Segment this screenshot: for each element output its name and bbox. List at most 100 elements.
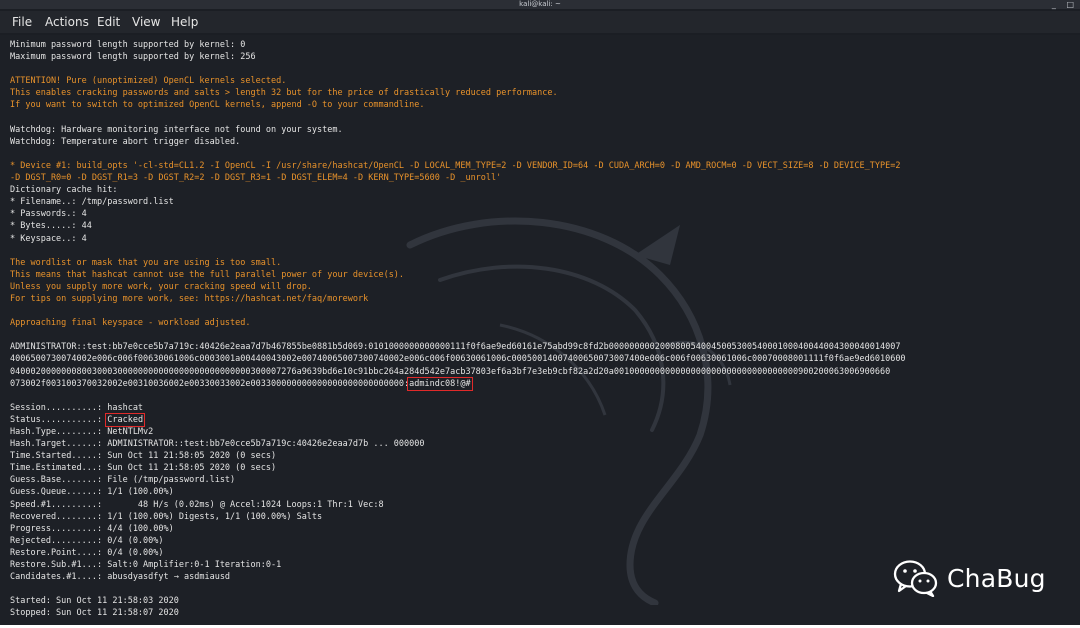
terminal-line: Minimum password length supported by ker… [10,39,906,51]
title-bar: kali@kali: ~ _ □ [0,0,1080,9]
terminal-text-segment: This enables cracking passwords and salt… [10,88,558,99]
terminal-text-segment: The wordlist or mask that you are using … [10,257,282,268]
terminal-text-segment: Restore.Sub.#1...: Salt:0 Amplifier:0-1 … [10,560,282,571]
terminal-line: ATTENTION! Pure (unoptimized) OpenCL ker… [10,75,906,87]
terminal-line: Dictionary cache hit: [10,184,906,196]
terminal-text-segment: Progress.........: 4/4 (100.00%) [10,523,174,534]
terminal-line: * Keyspace..: 4 [10,233,906,245]
menu-edit[interactable]: Edit [97,15,120,30]
terminal-line: Progress.........: 4/4 (100.00%) [10,523,906,535]
terminal-line: Restore.Point....: 0/4 (0.00%) [10,547,906,559]
terminal-line: Speed.#1.........: 48 H/s (0.02ms) @ Acc… [10,499,906,511]
terminal-text-segment: Speed.#1.........: 48 H/s (0.02ms) @ Acc… [10,499,384,510]
terminal-text-segment: Hash.Type........: NetNTLMv2 [10,427,154,437]
terminal-line: Hash.Target......: ADMINISTRATOR::test:b… [10,438,906,450]
terminal-window: kali@kali: ~ _ □ File Actions Edit View … [0,0,1080,628]
terminal-line: For tips on supplying more work, see: ht… [10,293,906,305]
terminal-line: * Device #1: build_opts '-cl-std=CL1.2 -… [10,160,906,172]
terminal-line: Maximum password length supported by ker… [10,51,906,63]
terminal-line: ADMINISTRATOR::test:bb7e0cce5b7a719c:404… [10,341,906,353]
terminal-line: 0400020000000800300030000000000000000000… [10,366,906,378]
terminal-text-segment: For tips on supplying more work, see: ht… [10,293,369,304]
terminal-text-segment: Guess.Queue......: 1/1 (100.00%) [10,487,174,498]
terminal-text: Minimum password length supported by ker… [10,39,906,620]
terminal-text-segment: Stopped: Sun Oct 11 21:58:07 2020 [10,608,179,619]
terminal-line: Started: Sun Oct 11 21:58:03 2020 [10,595,906,607]
terminal-line: Status...........: Cracked [10,412,906,427]
terminal-text-segment: Recovered........: 1/1 (100.00%) Digests… [10,511,323,522]
terminal-text-segment: Time.Started.....: Sun Oct 11 21:58:05 2… [10,451,277,462]
terminal-line: Watchdog: Hardware monitoring interface … [10,124,906,136]
brand-name: ChaBug [947,563,1046,593]
terminal-text-segment: 073002f003100370032002e00310036002e00330… [10,378,410,389]
terminal-text-segment: 0400020000000800300030000000000000000000… [10,366,891,377]
terminal-text-segment: * Bytes.....: 44 [10,221,92,232]
maximize-button[interactable]: □ [1066,0,1074,9]
terminal-text-segment: * Filename..: /tmp/password.list [10,197,174,208]
terminal-line: The wordlist or mask that you are using … [10,257,906,269]
terminal-line: Approaching final keyspace - workload ad… [10,317,906,329]
menu-view[interactable]: View [132,15,160,30]
terminal-line: This enables cracking passwords and salt… [10,87,906,99]
terminal-text-segment: If you want to switch to optimized OpenC… [10,100,425,111]
wechat-icon [893,560,938,597]
terminal-line: Time.Started.....: Sun Oct 11 21:58:05 2… [10,450,906,462]
terminal-text-segment: Started: Sun Oct 11 21:58:03 2020 [10,596,179,607]
terminal-line: * Filename..: /tmp/password.list [10,196,906,208]
terminal-line: Restore.Sub.#1...: Salt:0 Amplifier:0-1 … [10,559,906,571]
terminal-text-segment: Guess.Base.......: File (/tmp/password.l… [10,475,236,486]
terminal-text-segment: 4006500730074002e006c006f00630061006c000… [10,354,906,365]
highlighted-text: Cracked [105,412,146,427]
terminal-text-segment: Restore.Point....: 0/4 (0.00%) [10,547,164,558]
terminal-text-segment: * Passwords.: 4 [10,209,87,220]
terminal-line: Hash.Type........: NetNTLMv2 [10,426,906,438]
menu-bar: File Actions Edit View Help [0,11,1080,33]
terminal-line: Time.Estimated...: Sun Oct 11 21:58:05 2… [10,462,906,474]
terminal-output-area[interactable]: Minimum password length supported by ker… [0,35,1080,625]
terminal-line: Candidates.#1....: abusdyasdfyt → asdmia… [10,571,906,583]
terminal-text-segment: Approaching final keyspace - workload ad… [10,318,251,329]
minimize-button[interactable]: _ [1052,0,1056,9]
menu-actions[interactable]: Actions [45,15,89,30]
terminal-text-segment: Watchdog: Hardware monitoring interface … [10,124,343,135]
terminal-text-segment: Dictionary cache hit: [10,185,118,196]
terminal-line: This means that hashcat cannot use the f… [10,269,906,281]
terminal-text-segment: Candidates.#1....: abusdyasdfyt → asdmia… [10,572,231,583]
terminal-text-segment: * Keyspace..: 4 [10,233,87,244]
highlighted-text: admindc08!@# [407,376,473,391]
terminal-line: Stopped: Sun Oct 11 21:58:07 2020 [10,607,906,619]
terminal-line: Recovered........: 1/1 (100.00%) Digests… [10,511,906,523]
terminal-text-segment: Unless you supply more work, your cracki… [10,281,312,292]
terminal-line: * Bytes.....: 44 [10,220,906,232]
terminal-line: * Passwords.: 4 [10,208,906,220]
terminal-text-segment: Time.Estimated...: Sun Oct 11 21:58:05 2… [10,463,277,474]
terminal-text-segment: Maximum password length supported by ker… [10,52,256,63]
terminal-line: Unless you supply more work, your cracki… [10,281,906,293]
terminal-text-segment: Watchdog: Temperature abort trigger disa… [10,136,241,147]
terminal-text-segment: Session..........: hashcat [10,402,144,413]
menu-file[interactable]: File [12,15,32,30]
terminal-text-segment: ATTENTION! Pure (unoptimized) OpenCL ker… [10,76,287,87]
terminal-text-segment: This means that hashcat cannot use the f… [10,269,405,280]
window-controls: _ □ [1044,0,1074,9]
terminal-text-segment: Status...........: [10,414,108,425]
terminal-text-segment: Rejected.........: 0/4 (0.00%) [10,535,164,546]
terminal-line: -D DGST_R0=0 -D DGST_R1=3 -D DGST_R2=2 -… [10,172,906,184]
menu-help[interactable]: Help [171,15,198,30]
terminal-line: Session..........: hashcat [10,402,906,414]
terminal-line: Guess.Base.......: File (/tmp/password.l… [10,474,906,486]
chabug-watermark: ChaBug [893,558,1046,598]
terminal-line: Rejected.........: 0/4 (0.00%) [10,535,906,547]
terminal-line: 073002f003100370032002e00310036002e00330… [10,376,906,391]
terminal-text-segment: * Device #1: build_opts '-cl-std=CL1.2 -… [10,160,901,171]
terminal-line: 4006500730074002e006c006f00630061006c000… [10,353,906,365]
terminal-text-segment: Minimum password length supported by ker… [10,40,246,50]
